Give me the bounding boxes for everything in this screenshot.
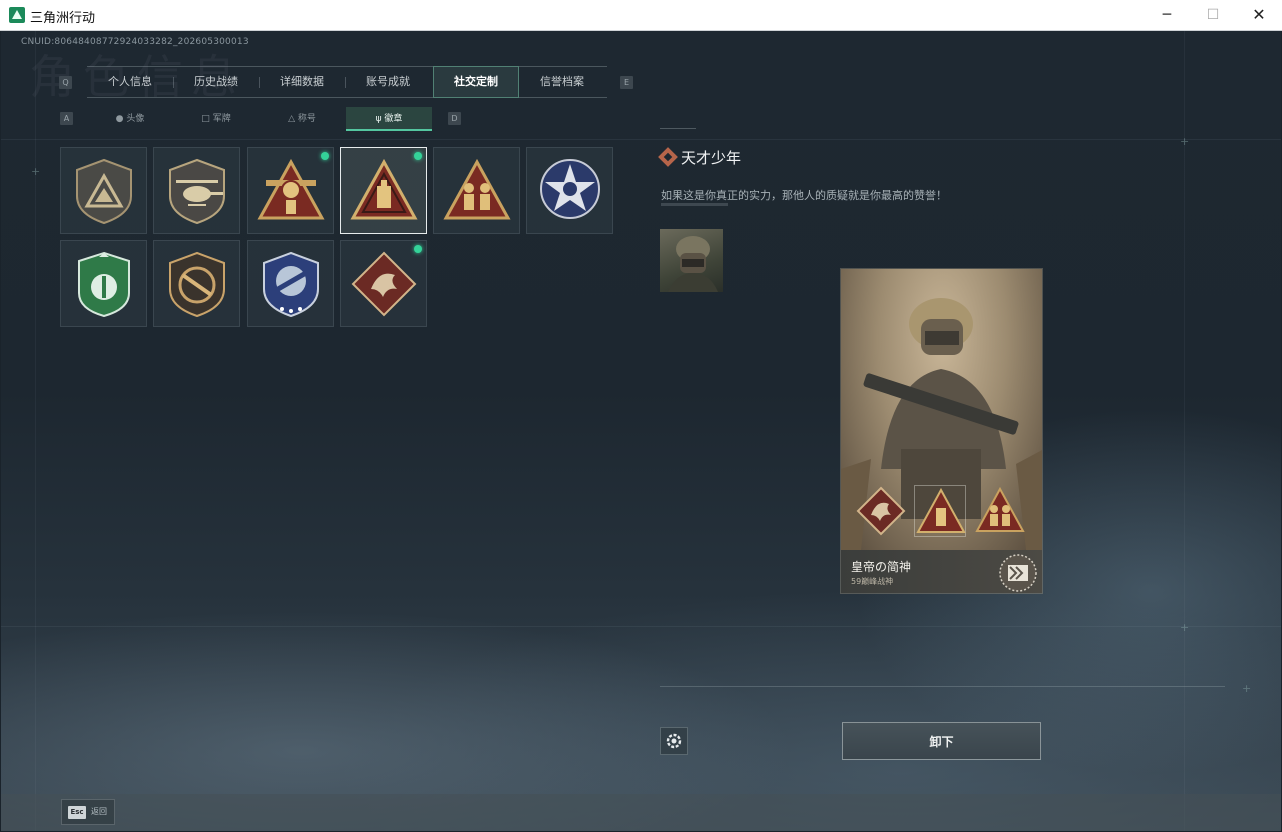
subtab-next-key[interactable]: D [448,112,461,125]
game-viewport: + + + + 角色信息 CNUID:8064840877292403328​2… [1,31,1281,831]
tower-triangle-badge-icon [350,158,418,220]
dragon-diamond-badge-icon [856,486,906,536]
subtab-badge-label: 徽章 [384,114,403,124]
player-title: 59巅峰战神 [851,577,894,586]
window-titlebar: 三角洲行动 ─ ☐ ✕ [0,0,1282,31]
back-button[interactable]: Esc 返回 [61,799,115,825]
crosshair-mark-icon: + [31,165,41,178]
player-name: 皇帝の简神 [851,560,912,574]
tab-next-key[interactable]: E [620,76,633,89]
app-logo-icon [9,7,25,23]
player-card: 皇帝の简神 59巅峰战神 [840,268,1043,594]
soldiers-triangle-badge-icon [443,158,511,220]
badge-slot-8[interactable] [153,240,240,327]
grid-line [1,626,1281,627]
banner-icon: □ [201,114,210,124]
title-diamond-icon [658,147,678,167]
tab-prev-key[interactable]: Q [59,76,72,89]
tab-achievements[interactable]: 账号成就 [345,67,431,97]
card-character-art [841,269,1042,550]
window-title: 三角洲行动 [30,11,96,26]
grid-line [1,139,1281,140]
subtab-badge[interactable]: ψ 徽章 [346,107,432,131]
59-triangle-badge-icon [257,158,325,220]
tab-detailed-data[interactable]: 详细数据 [259,67,345,97]
new-indicator [321,152,329,160]
main-tabs: 个人信息 历史战绩 详细数据 账号成就 社交定制 信誉档案 [87,66,607,98]
maximize-button[interactable]: ☐ [1190,0,1236,31]
esc-key-icon: Esc [68,806,86,819]
decorative-bar [661,203,728,206]
subtab-title[interactable]: △ 称号 [259,107,345,131]
badge-slot-2[interactable] [153,147,240,234]
dragon-diamond-badge-icon [351,251,417,317]
triangle-icon: △ [288,114,296,124]
minimize-button[interactable]: ─ [1144,0,1190,31]
helicopter-shield-badge-icon [169,158,225,225]
badge-slot-1[interactable] [60,147,147,234]
subtab-prev-key[interactable]: A [60,112,73,125]
tab-credit-record[interactable]: 信誉档案 [519,67,605,97]
close-button[interactable]: ✕ [1236,0,1282,31]
emblem-icon: ψ [375,114,382,124]
person-icon: ● [115,114,124,124]
rank-emblem-icon [999,554,1037,592]
sub-tabs: ● 头像 □ 军牌 △ 称号 ψ 徽章 [87,107,459,131]
badge-slot-6[interactable] [526,147,613,234]
tab-social-customize[interactable]: 社交定制 [433,66,519,98]
green-shield-badge-icon [78,251,130,318]
player-avatar [660,229,723,292]
rifle-shield-badge-icon [169,251,225,318]
card-equipped-badge-3 [974,485,1026,537]
badge-title: 天才少年 [681,149,742,167]
subtab-title-label: 称号 [297,114,316,124]
subtab-avatar-label: 头像 [126,114,145,124]
soldiers-triangle-badge-icon [975,486,1025,532]
crosshair-mark-icon: + [1180,621,1190,634]
tab-personal-info[interactable]: 个人信息 [87,67,173,97]
badge-slot-3[interactable] [247,147,334,234]
badge-slot-9[interactable] [247,240,334,327]
badge-slot-4[interactable] [340,147,427,234]
card-equipped-badge-2 [914,485,966,537]
panel-divider [660,686,1225,687]
card-equipped-badge-1 [855,485,907,537]
gear-icon [666,733,682,749]
new-indicator [414,245,422,253]
grid-line [1184,31,1185,831]
crosshair-mark-icon: + [1180,135,1190,148]
bottom-bar: Esc 返回 [1,794,1281,831]
crosshair-mark-icon: + [1242,682,1252,695]
triangle-shield-badge-icon [76,158,132,225]
uid-label: CNUID:8064840877292403328​2_202605300013 [21,37,249,47]
card-footer: 皇帝の简神 59巅峰战神 [841,550,1042,593]
subtab-dogtag-label: 军牌 [212,114,231,124]
unequip-button[interactable]: 卸下 [842,722,1041,760]
badge-slot-5[interactable] [433,147,520,234]
blue-crest-badge-icon [263,251,319,318]
star-skull-badge-icon [540,159,600,219]
tower-triangle-badge-icon [916,487,966,533]
decorative-line [660,128,696,129]
back-label: 返回 [91,807,107,816]
badge-slot-7[interactable] [60,240,147,327]
soldier-portrait-icon [668,236,718,292]
new-indicator [414,152,422,160]
subtab-avatar[interactable]: ● 头像 [87,107,173,131]
settings-button[interactable] [660,727,688,755]
grid-line [35,31,36,831]
tab-history[interactable]: 历史战绩 [173,67,259,97]
badge-slot-10[interactable] [340,240,427,327]
badge-description: 如果这是你真正的实力，那他人的质疑就是你最高的赞誉！ [661,189,947,202]
subtab-dogtag[interactable]: □ 军牌 [173,107,259,131]
